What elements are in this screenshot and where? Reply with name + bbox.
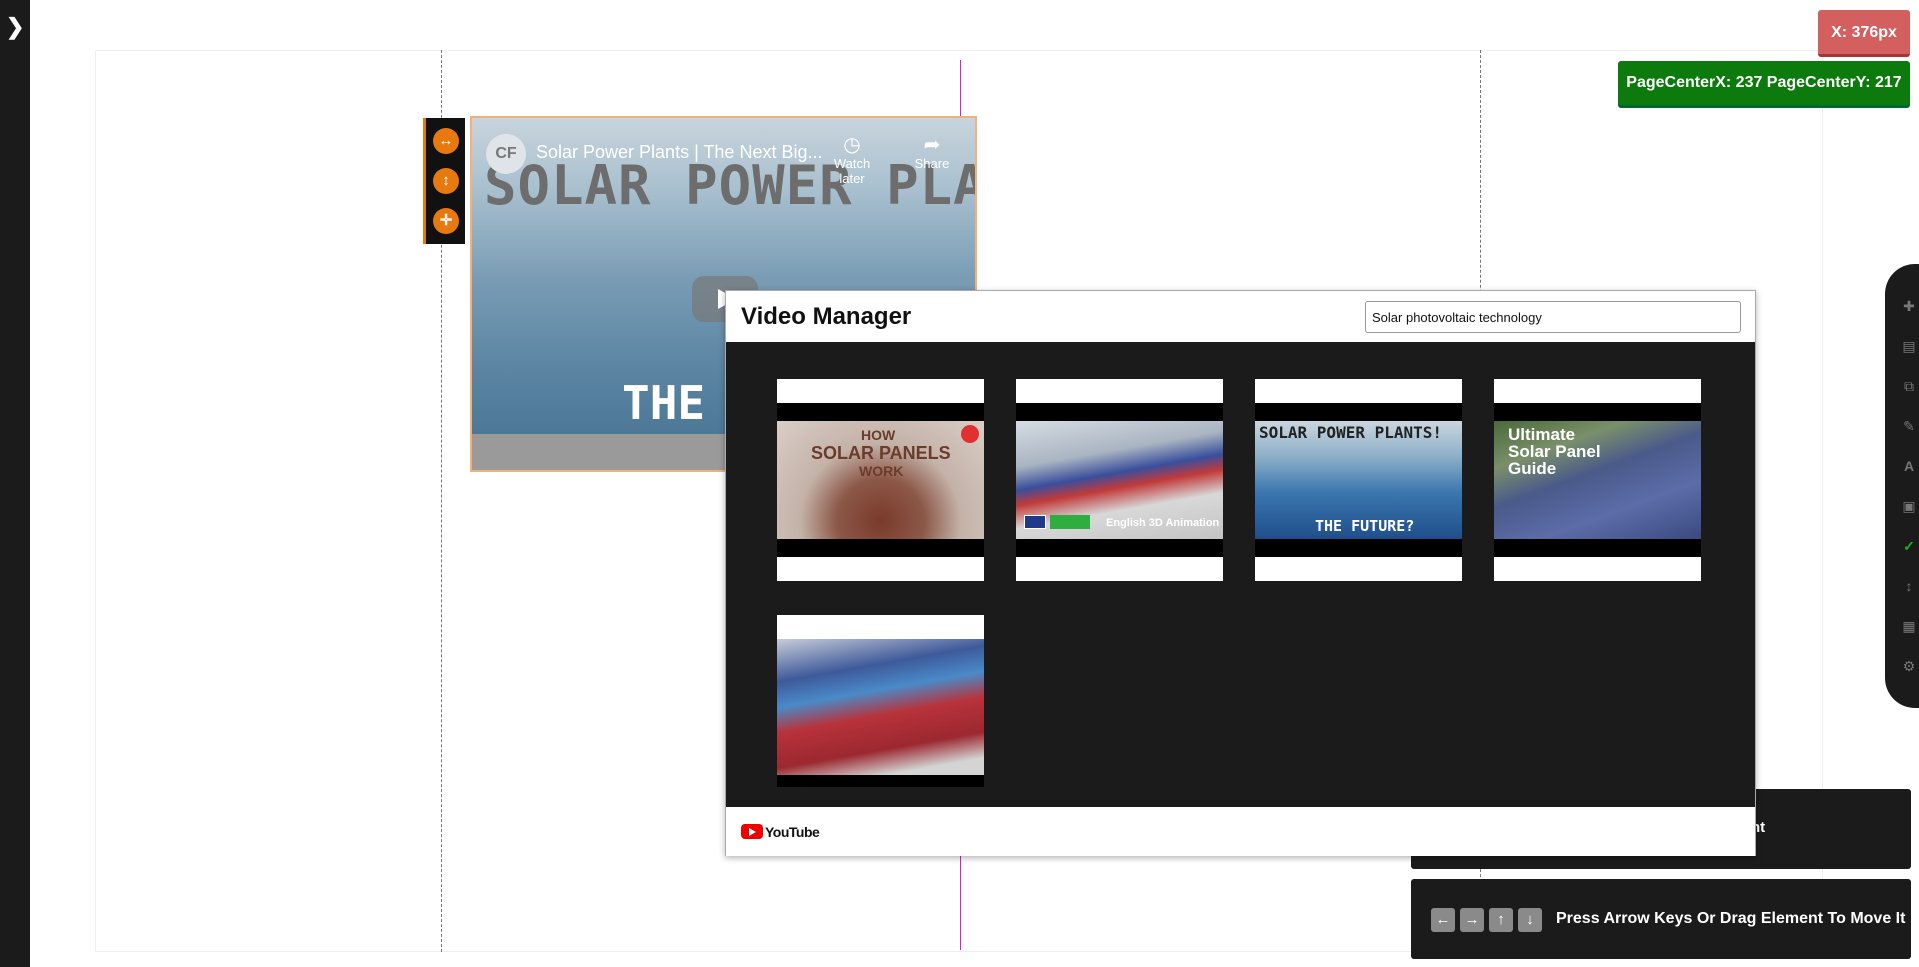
share-label: Share	[914, 156, 950, 171]
thumbnail-image: English 3D Animation	[1016, 403, 1223, 557]
settings-icon[interactable]: ⚙	[1899, 656, 1919, 676]
clock-icon: ◷	[843, 134, 861, 156]
thumbnail-image: SOLAR POWER PLANTS! THE FUTURE?	[1255, 403, 1462, 557]
youtube-logo: YouTube	[741, 823, 820, 841]
youtube-play-icon	[741, 824, 763, 840]
arrow-up-icon: ↑	[1489, 908, 1513, 932]
horizontal-resize-icon[interactable]: ↔	[433, 128, 459, 154]
thumbnail-image: HOW SOLAR PANELS WORK	[777, 403, 984, 557]
height-icon[interactable]: ↕	[1899, 576, 1919, 596]
thumbnail-caption: English 3D Animation	[1106, 517, 1220, 529]
page-center-badge: PageCenterX: 237 PageCenterY: 217	[1618, 61, 1910, 108]
arrow-keys-hint-panel: ← → ↑ ↓ Press Arrow Keys Or Drag Element…	[1411, 879, 1911, 959]
thumbnail-caption: SOLAR POWER PLANTS!	[1259, 423, 1443, 442]
share-icon: ➦	[923, 134, 941, 156]
video-result-thumbnail[interactable]: HOW SOLAR PANELS WORK	[777, 379, 984, 581]
thumbnail-caption: SOLAR PANELS	[811, 443, 951, 463]
image-icon[interactable]: ▣	[1899, 496, 1919, 516]
x-position-badge: X: 376px	[1818, 10, 1910, 57]
watch-later-label: Watch later	[833, 156, 871, 186]
move-icon[interactable]: ✛	[433, 208, 459, 234]
thumbnail-image: Ultimate Solar Panel Guide	[1494, 403, 1701, 557]
channel-avatar[interactable]: CF	[486, 134, 526, 174]
thumbnail-picture	[777, 639, 984, 775]
video-search-input[interactable]	[1365, 301, 1741, 333]
copy-icon[interactable]: ⧉	[1899, 376, 1919, 396]
video-result-thumbnail[interactable]	[777, 615, 984, 787]
green-stripe	[1050, 515, 1090, 529]
arrow-left-icon: ←	[1431, 908, 1455, 932]
chevron-right-icon[interactable]: ❯	[6, 16, 24, 38]
element-resize-toolbar: ↔ ↕ ✛	[423, 118, 465, 244]
brush-icon[interactable]: ✎	[1899, 416, 1919, 436]
arrow-right-icon: →	[1460, 908, 1484, 932]
arrow-keys-hint-text: Press Arrow Keys Or Drag Element To Move…	[1556, 910, 1906, 927]
thumbnail-caption: THE FUTURE?	[1315, 517, 1415, 535]
youtube-wordmark: YouTube	[765, 823, 820, 840]
share-button[interactable]: ➦ Share	[902, 132, 962, 171]
right-toolbar: ✚ ▤ ⧉ ✎ A ▣ ✓ ↕ ▦ ⚙	[1885, 264, 1919, 708]
video-result-thumbnail[interactable]: SOLAR POWER PLANTS! THE FUTURE?	[1255, 379, 1462, 581]
thumbnail-caption: HOW	[861, 427, 896, 443]
thumbnail-caption: Guide	[1508, 459, 1557, 478]
video-results-grid: HOW SOLAR PANELS WORK English 3D Animati…	[726, 342, 1755, 807]
dialog-footer: YouTube	[726, 807, 1755, 856]
channel-logo-icon	[961, 425, 979, 443]
left-sidebar: ❯	[0, 0, 30, 967]
arrow-down-icon: ↓	[1518, 908, 1542, 932]
add-icon[interactable]: ✚	[1899, 296, 1919, 316]
check-icon[interactable]: ✓	[1899, 536, 1919, 556]
grid-icon[interactable]: ▦	[1899, 616, 1919, 636]
vertical-resize-icon[interactable]: ↕	[433, 168, 459, 194]
video-result-thumbnail[interactable]: English 3D Animation	[1016, 379, 1223, 581]
thumbnail-caption: Ultimate	[1508, 425, 1576, 444]
text-icon[interactable]: A	[1899, 456, 1919, 476]
thumbnail-caption: Solar Panel	[1508, 442, 1601, 461]
thumbnail-caption: WORK	[859, 463, 904, 479]
watch-later-button[interactable]: ◷ Watch later	[822, 132, 882, 186]
video-title[interactable]: Solar Power Plants | The Next Big...	[536, 142, 836, 163]
video-result-thumbnail[interactable]: Ultimate Solar Panel Guide	[1494, 379, 1701, 581]
trash-icon[interactable]: ▤	[1899, 336, 1919, 356]
dialog-title: Video Manager	[741, 303, 912, 330]
thumbnail-image	[777, 639, 984, 787]
video-manager-dialog: Video Manager HOW SOLAR PANELS WORK Engl…	[725, 290, 1756, 856]
uk-flag-icon	[1024, 515, 1046, 529]
